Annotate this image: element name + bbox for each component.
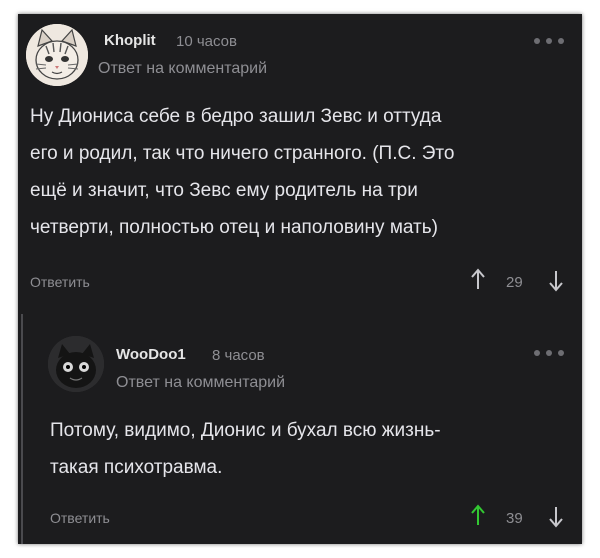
- upvote-arrow-icon[interactable]: [470, 504, 486, 526]
- downvote-arrow-icon[interactable]: [548, 270, 564, 292]
- comment-khoplit: Khoplit 10 часов Ответ на комментарий Ну…: [18, 14, 582, 314]
- comment-time: 10 часов: [176, 33, 237, 50]
- comment-thread-panel: Khoplit 10 часов Ответ на комментарий Ну…: [18, 14, 582, 544]
- comment-text: Ну Диониса себе в бедро зашил Зевс и отт…: [30, 106, 455, 238]
- comment-author[interactable]: WooDoo1: [116, 346, 186, 363]
- comment-text: Потому, видимо, Дионис и бухал всю жизнь…: [50, 420, 441, 478]
- reply-button[interactable]: Ответить: [50, 510, 110, 526]
- upvote-arrow-icon[interactable]: [470, 268, 486, 290]
- reply-button[interactable]: Ответить: [30, 274, 90, 290]
- more-options-icon[interactable]: [532, 36, 566, 46]
- cat-avatar-icon[interactable]: [26, 24, 88, 86]
- reply-to-label[interactable]: Ответ на комментарий: [98, 60, 267, 78]
- comment-author[interactable]: Khoplit: [104, 32, 156, 49]
- comment-woodoo1: WooDoo1 8 часов Ответ на комментарий Пот…: [18, 314, 582, 544]
- downvote-arrow-icon[interactable]: [548, 506, 564, 528]
- reply-to-label[interactable]: Ответ на комментарий: [116, 374, 285, 392]
- more-options-icon[interactable]: [532, 348, 566, 358]
- dark-creature-avatar-icon[interactable]: [48, 336, 104, 392]
- vote-score: 29: [506, 274, 523, 291]
- comment-time: 8 часов: [212, 347, 265, 364]
- vote-score: 39: [506, 510, 523, 527]
